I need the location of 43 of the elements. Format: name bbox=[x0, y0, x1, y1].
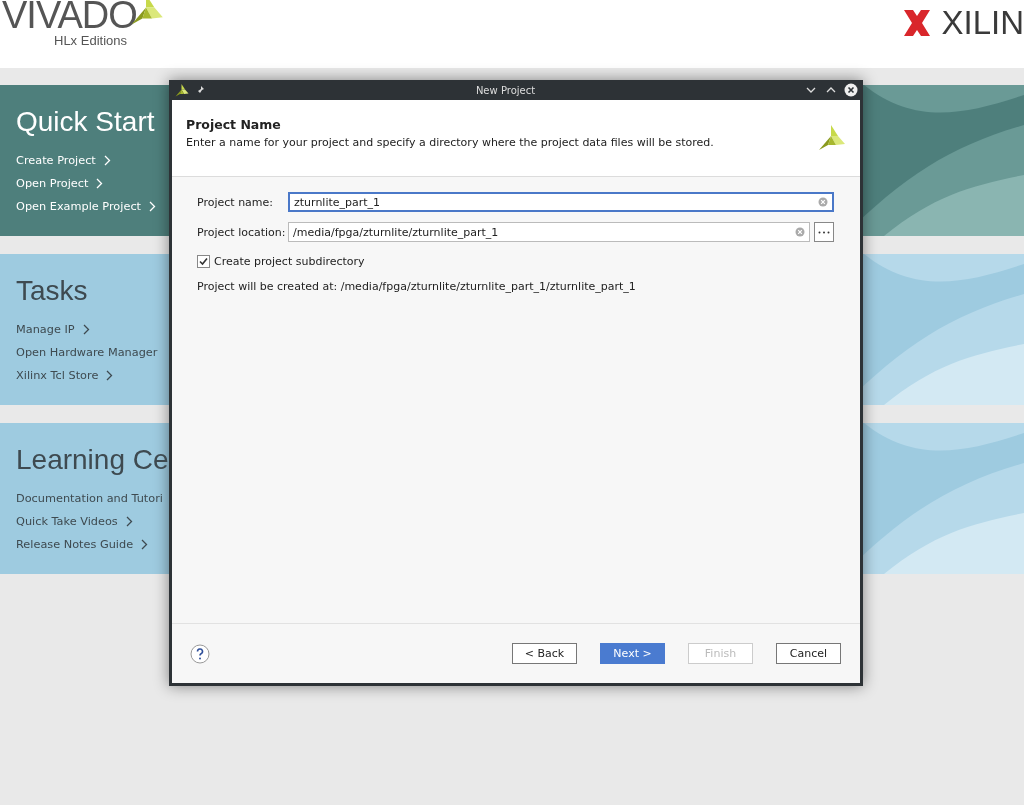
minimize-icon[interactable] bbox=[806, 86, 816, 94]
section-title: Tasks bbox=[16, 274, 89, 308]
link[interactable]: Quick Take Videos bbox=[16, 510, 169, 533]
maximize-icon[interactable] bbox=[826, 86, 836, 94]
xilinx-logo-icon bbox=[903, 9, 932, 37]
field-label: Project name: bbox=[197, 195, 275, 209]
close-icon[interactable] bbox=[844, 83, 858, 97]
chevron-icon bbox=[96, 178, 104, 189]
description-text: Enter a name for your project and specify a directory where the project data files will be stored. bbox=[186, 136, 715, 149]
link[interactable]: Create Project bbox=[16, 149, 157, 172]
checkbox[interactable] bbox=[197, 254, 210, 268]
browse-button[interactable] bbox=[814, 222, 834, 242]
chevron-icon bbox=[125, 516, 133, 527]
location-summary: Project will be created at: /media/fpga/zturnlite/zturnlite_part_1/zturnlite_part_1 bbox=[197, 280, 637, 293]
input-field[interactable]: /media/fpga/zturnlite/zturnlite_part_1 bbox=[288, 222, 810, 242]
link[interactable]: Release Notes Guide bbox=[16, 533, 169, 556]
chevron-icon bbox=[149, 201, 157, 212]
input-field[interactable]: zturnlite_part_1 bbox=[288, 192, 834, 212]
link[interactable]: Xilinx Tcl Store bbox=[16, 364, 158, 387]
link[interactable]: Manage IP bbox=[16, 318, 158, 341]
section-title: Learning Ce bbox=[16, 443, 169, 477]
dialog-button[interactable]: Cancel bbox=[776, 643, 841, 664]
more-icon bbox=[818, 230, 830, 234]
dialog-button[interactable]: Next > bbox=[600, 643, 665, 664]
chevron-icon bbox=[82, 324, 90, 335]
chevron-icon bbox=[103, 155, 111, 166]
page-title: Project Name bbox=[186, 117, 282, 132]
chevron-icon bbox=[141, 539, 149, 550]
link[interactable]: Documentation and Tutori bbox=[16, 487, 169, 510]
link[interactable]: Open Example Project bbox=[16, 195, 157, 218]
help-icon[interactable] bbox=[190, 643, 210, 664]
edition-text: HLx Editions bbox=[54, 33, 128, 48]
link[interactable]: Open Hardware Manager bbox=[16, 341, 158, 364]
window-title: New Project bbox=[474, 84, 537, 96]
logo-icon bbox=[816, 123, 846, 153]
dialog-button[interactable]: < Back bbox=[512, 643, 577, 664]
section-title: Quick Start bbox=[16, 105, 156, 139]
chevron-icon bbox=[106, 370, 114, 381]
checkbox-label: Create project subdirectory bbox=[214, 254, 365, 268]
xilinx-logo-text: XILIN bbox=[941, 6, 1024, 40]
link[interactable]: Open Project bbox=[16, 172, 157, 195]
vivado-logo-text: VIVADO bbox=[2, 0, 137, 34]
field-label: Project location: bbox=[197, 225, 287, 239]
